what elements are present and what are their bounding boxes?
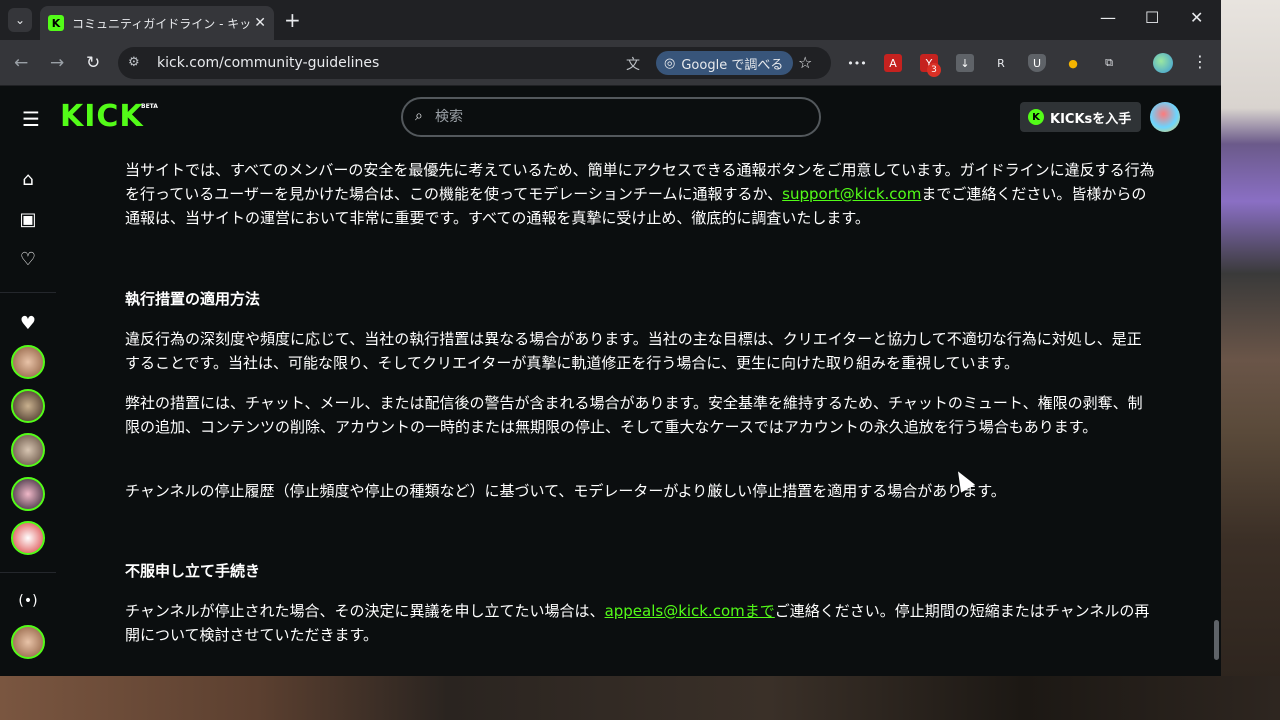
browser-menu-icon[interactable]: ⋮ [1192,52,1208,71]
enforcement-paragraph-2: 弊社の措置には、チャット、メール、または配信後の警告が含まれる場合があります。安… [125,394,1143,436]
forward-arrow-icon[interactable]: → [50,53,64,73]
reload-icon[interactable]: ↻ [86,53,100,73]
enforcement-paragraph-1: 違反行為の深刻度や頻度に応じて、当社の執行措置は異なる場合があります。当社の主な… [125,330,1142,372]
report-paragraph: 当サイトでは、すべてのメンバーの安全を最優先に考えているため、簡単にアクセスでき… [125,158,1155,230]
bookmark-star-icon[interactable]: ☆ [798,53,812,72]
address-bar[interactable]: ⚙ kick.com/community-guidelines 文 ◎ Goog… [118,47,831,79]
kick-logo[interactable]: KICK [60,99,144,134]
sidebar-divider [0,292,56,293]
kick-favicon-icon: K [48,15,64,31]
shield-extension-icon[interactable]: U [1028,54,1046,72]
live-broadcast-icon: (•) [18,593,38,609]
site-header: ☰ KICK BETA ⌕ K KICKsを入手 [0,87,1221,147]
minimize-icon[interactable]: — [1100,8,1116,27]
maximize-icon[interactable]: ☐ [1145,8,1159,27]
puzzle-extensions-icon[interactable]: ⧉ [1100,54,1118,72]
pdf-extension-icon[interactable]: A [884,54,902,72]
beta-label: BETA [141,103,158,110]
tab-title: コミュニティガイドライン - キックストリーミング [72,16,252,31]
mail-badge: 3 [927,63,941,77]
browser-window: ⌄ K コミュニティガイドライン - キックストリーミング ✕ + — ☐ ✕ … [0,0,1221,676]
get-kicks-label: KICKsを入手 [1050,111,1132,127]
sidebar: ⌂ ▣ ♡ ♥ (•) [0,147,56,676]
url-text[interactable]: kick.com/community-guidelines [157,55,379,71]
following-heart-icon: ♥ [19,313,37,334]
tab-close-icon[interactable]: ✕ [254,15,266,31]
rw-extension-icon[interactable]: R [992,54,1010,72]
followed-channel-avatar[interactable] [11,521,45,555]
active-tab[interactable]: K コミュニティガイドライン - キックストリーミング ✕ [40,6,274,40]
followed-channel-avatar[interactable] [11,433,45,467]
search-icon: ⌕ [415,108,423,124]
search-input[interactable] [435,107,795,127]
kicks-coin-icon: K [1028,109,1044,125]
enforcement-paragraph-3: チャンネルの停止履歴（停止頻度や停止の種類など）に基づいて、モデレーターがより厳… [125,482,1006,500]
appeal-paragraph: チャンネルが停止された場合、その決定に異議を申し立てたい場合は、appeals@… [125,599,1155,647]
lens-icon: ◎ [664,55,676,71]
hamburger-menu-icon[interactable]: ☰ [22,107,40,131]
recommended-channel-avatar[interactable] [11,625,45,659]
extension-dots-icon[interactable]: ••• [847,54,866,72]
appeals-email-link[interactable]: appeals@kick.comまで [605,602,775,620]
tab-search-chevron-icon[interactable]: ⌄ [8,8,32,32]
appeal-heading: 不服申し立て手続き [125,562,261,580]
window-close-icon[interactable]: ✕ [1190,8,1203,27]
page-scrollbar[interactable] [1214,620,1219,660]
tab-bar: ⌄ K コミュニティガイドライン - キックストリーミング ✕ + — ☐ ✕ [0,0,1221,40]
new-tab-plus-icon[interactable]: + [284,8,301,32]
following-heart-outline-icon[interactable]: ♡ [18,249,38,270]
enforcement-heading: 執行措置の適用方法 [125,290,261,308]
sidebar-divider [0,572,56,573]
get-kicks-button[interactable]: K KICKsを入手 [1020,102,1142,132]
back-arrow-icon[interactable]: ← [14,53,28,73]
followed-channel-avatar[interactable] [11,389,45,423]
followed-channel-avatar[interactable] [11,345,45,379]
honey-extension-icon[interactable]: ● [1064,54,1082,72]
webcam-background-bottom [0,676,1280,720]
profile-avatar-icon[interactable] [1153,53,1173,73]
support-email-link[interactable]: support@kick.com [782,185,921,203]
site-info-icon[interactable]: ⚙ [128,55,140,70]
google-lens-button[interactable]: ◎ Google で調べる [656,51,794,75]
browse-icon[interactable]: ▣ [18,209,38,230]
google-lens-label: Google で調べる [681,57,784,73]
user-avatar[interactable] [1150,102,1180,132]
site-search-box[interactable]: ⌕ [401,97,821,137]
appeal-text-1: チャンネルが停止された場合、その決定に異議を申し立てたい場合は、 [125,602,605,620]
followed-channel-avatar[interactable] [11,477,45,511]
download-extension-icon[interactable]: ↓ [956,54,974,72]
webcam-background-right [1221,0,1280,720]
translate-icon[interactable]: 文 [626,54,640,74]
browser-toolbar: ← → ↻ ⚙ kick.com/community-guidelines 文 … [0,40,1221,86]
home-icon[interactable]: ⌂ [18,169,38,190]
